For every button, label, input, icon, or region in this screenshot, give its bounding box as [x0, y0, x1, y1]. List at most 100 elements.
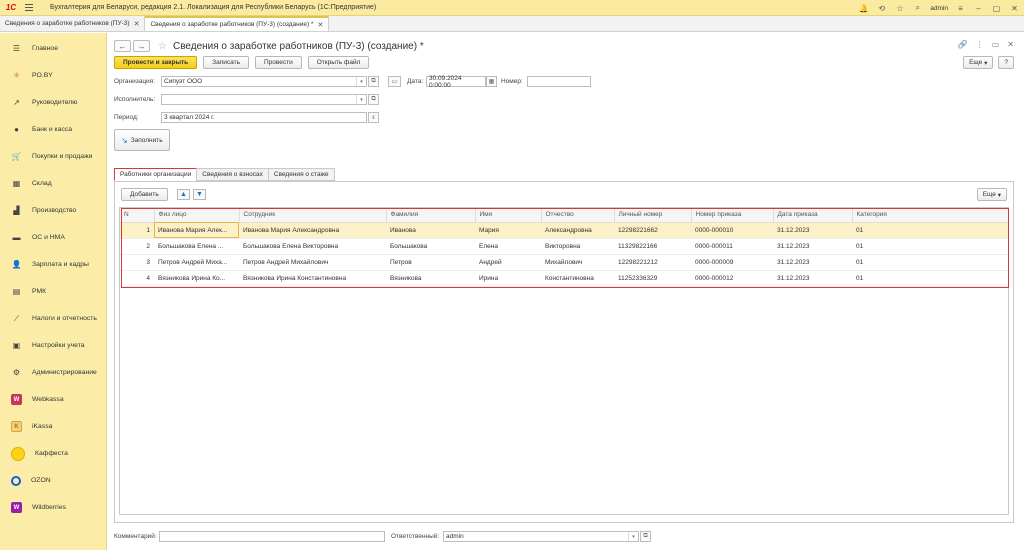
help-button[interactable]: ?	[998, 56, 1014, 69]
sidebar-item-kaffesta[interactable]: Каффеста	[0, 440, 106, 467]
close-icon[interactable]: ✕	[1009, 3, 1020, 14]
date-field[interactable]: 30.09.2024 0:00:00	[426, 75, 486, 89]
more-button[interactable]: Еще ▾	[963, 56, 994, 69]
number-field[interactable]	[527, 76, 591, 87]
executor-field[interactable]: ▾	[161, 94, 367, 105]
sidebar-item-production[interactable]: ▟ Производство	[0, 197, 106, 224]
doc-tab-list[interactable]: Сведения о заработке работников (ПУ-3) ✕	[0, 16, 146, 31]
column-header[interactable]: Дата приказа	[773, 208, 853, 223]
dropdown-arrow-icon[interactable]: ▾	[628, 532, 638, 541]
sidebar-item-label: Администрирование	[32, 369, 97, 376]
sidebar-item-rmk[interactable]: ▤ РМК	[0, 278, 106, 305]
column-header[interactable]: Категория	[852, 208, 1009, 223]
minimize-icon[interactable]: –	[973, 3, 984, 14]
more-actions-icon[interactable]: ⋮	[976, 40, 984, 49]
sidebar-item-director[interactable]: ↗ Руководителю	[0, 89, 106, 116]
table-cell: 12298221212	[614, 254, 691, 271]
sidebar-item-assets[interactable]: ▬ ОС и НМА	[0, 224, 106, 251]
sidebar-item-ikassa[interactable]: KiKassa	[0, 413, 106, 440]
post-and-close-button[interactable]: Провести и закрыть	[114, 56, 198, 69]
back-button[interactable]: ←	[114, 40, 131, 52]
organization-field[interactable]: Сипуэт ООО ▾	[161, 76, 367, 87]
post-button[interactable]: Провести	[254, 56, 302, 69]
table-cell: 4	[120, 270, 154, 287]
save-button[interactable]: Записать	[203, 56, 249, 69]
close-tab-icon[interactable]: ✕	[317, 21, 323, 29]
period-stepper[interactable]: ⇕	[368, 112, 379, 123]
favorite-star-icon[interactable]: ☆	[158, 41, 167, 52]
comment-field[interactable]	[159, 531, 385, 542]
expand-window-icon[interactable]: ▭	[992, 40, 1000, 49]
table-cell[interactable]: Иванова Мария Алек...	[154, 222, 239, 239]
sidebar-item-label: Покупки и продажи	[32, 153, 93, 160]
org-card-icon[interactable]: ▭	[388, 76, 401, 87]
tab-contributions[interactable]: Сведения о взносах	[196, 168, 269, 181]
dropdown-arrow-icon[interactable]: ▾	[356, 77, 366, 86]
add-button[interactable]: Добавить	[121, 188, 168, 201]
period-field[interactable]: 3 квартал 2024 г.	[161, 112, 367, 123]
favorites-icon[interactable]: ☆	[894, 3, 905, 14]
sidebar-item-label: Настройки учета	[32, 342, 85, 349]
sidebar-item-taxes[interactable]: ⟋ Налоги и отчетность	[0, 305, 106, 332]
sidebar-item-bank[interactable]: ● Банк и касса	[0, 116, 106, 143]
open-file-button[interactable]: Открыть файл	[307, 56, 370, 69]
forward-button[interactable]: →	[133, 40, 150, 52]
table-cell: Большакова Елена ...	[154, 238, 239, 255]
user-name[interactable]: admin	[930, 5, 948, 12]
open-link-icon[interactable]: ⧉	[368, 94, 379, 105]
column-header[interactable]: Отчество	[541, 208, 615, 223]
sidebar-item-wildberries[interactable]: W Wildberries	[0, 494, 106, 521]
sidebar-item-purchases[interactable]: 🛒 Покупки и продажи	[0, 143, 106, 170]
column-header[interactable]: Имя	[475, 208, 542, 223]
column-header[interactable]: Номер приказа	[691, 208, 774, 223]
sidebar-item-warehouse[interactable]: ▦ Склад	[0, 170, 106, 197]
table-row[interactable]: 4 Вязникова Ирина Ко... Вязникова Ирина …	[120, 270, 1008, 287]
column-header[interactable]: Фамилия	[386, 208, 476, 223]
responsible-value: admin	[446, 533, 464, 540]
link-icon[interactable]: 🔗	[958, 40, 968, 49]
coin-icon: ●	[14, 125, 19, 134]
close-form-icon[interactable]: ✕	[1007, 40, 1014, 49]
table-cell: Мария	[475, 222, 541, 239]
table-cell: Вязникова	[386, 270, 475, 287]
table-more-button[interactable]: Еще ▾	[976, 188, 1007, 201]
sidebar-item-salary[interactable]: 👤 Зарплата и кадры	[0, 251, 106, 278]
table-row[interactable]: 3 Петров Андрей Миха... Петров Андрей Ми…	[120, 254, 1008, 271]
sidebar-item-accounting-settings[interactable]: ▣ Настройки учета	[0, 332, 106, 359]
column-header[interactable]: N	[120, 208, 155, 223]
app-logo: 1С	[5, 3, 17, 12]
table-cell: Вязникова Ирина Ко...	[154, 270, 239, 287]
tab-seniority[interactable]: Сведения о стаже	[267, 168, 335, 181]
close-tab-icon[interactable]: ✕	[134, 20, 140, 28]
table-cell: 3	[120, 254, 154, 271]
table-cell: 11252336329	[614, 270, 691, 287]
maximize-icon[interactable]: ▢	[991, 3, 1002, 14]
calendar-icon[interactable]: ▦	[486, 76, 497, 87]
move-up-icon[interactable]: ▲	[177, 189, 190, 200]
settings-icon[interactable]: ≡	[955, 3, 966, 14]
history-icon[interactable]: ⟲	[876, 3, 887, 14]
open-link-icon[interactable]: ⧉	[640, 531, 651, 542]
search-icon[interactable]: ⌕	[912, 3, 923, 14]
sidebar-item-poby[interactable]: ✳ PO.BY	[0, 62, 106, 89]
dropdown-arrow-icon[interactable]: ▾	[356, 95, 366, 104]
table-cell: Константиновна	[541, 270, 614, 287]
notifications-icon[interactable]: 🔔	[858, 3, 869, 14]
sidebar-item-main[interactable]: ☰ Главное	[0, 35, 106, 62]
table-cell: 0000-000012	[691, 270, 773, 287]
move-down-icon[interactable]: ▼	[193, 189, 206, 200]
fill-button[interactable]: ↘ Заполнить	[114, 129, 170, 151]
sidebar-item-ozon[interactable]: OZON	[0, 467, 106, 494]
responsible-field[interactable]: admin ▾	[443, 531, 639, 542]
sidebar-item-admin[interactable]: ⚙ Администрирование	[0, 359, 106, 386]
tab-employees[interactable]: Работники организации	[114, 168, 198, 181]
open-link-icon[interactable]: ⧉	[368, 76, 379, 87]
column-header[interactable]: Сотрудник	[239, 208, 387, 223]
sidebar-item-webkassa[interactable]: W Webkassa	[0, 386, 106, 413]
table-row[interactable]: 2 Большакова Елена ... Большакова Елена …	[120, 238, 1008, 255]
column-header[interactable]: Физ лицо	[154, 208, 240, 223]
doc-tab-create[interactable]: Сведения о заработке работников (ПУ-3) (…	[145, 16, 330, 31]
table-row[interactable]: 1 Иванова Мария Алек... Иванова Мария Ал…	[120, 222, 1008, 239]
column-header[interactable]: Личный номер	[614, 208, 692, 223]
main-menu-icon[interactable]	[22, 0, 36, 16]
